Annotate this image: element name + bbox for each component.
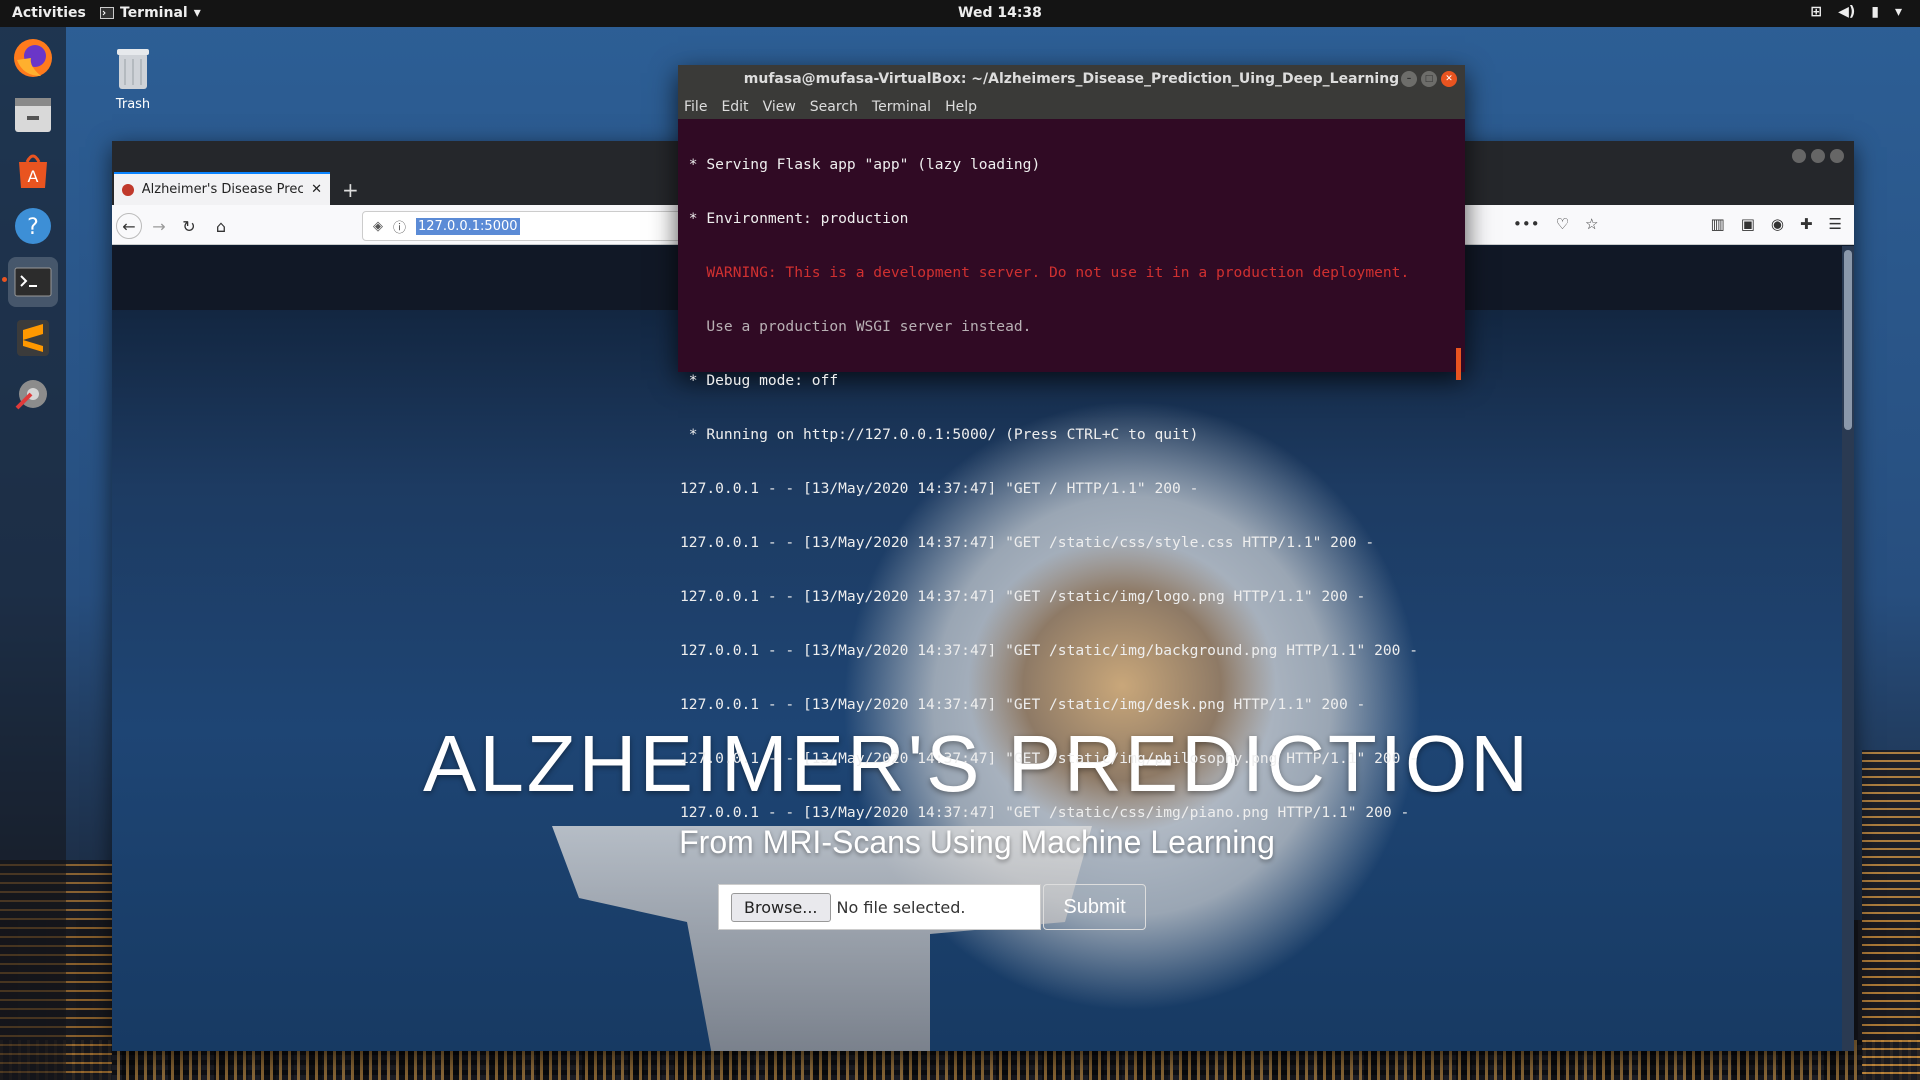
dock-terminal[interactable] <box>8 257 58 307</box>
gnome-top-bar: Activities Terminal ▾ Wed 14:38 ⊞ ◀) ▮ ▾ <box>0 0 1920 27</box>
extensions-icon[interactable]: ✚ <box>1800 215 1813 233</box>
terminal-line: 127.0.0.1 - - [13/May/2020 14:37:47] "GE… <box>680 750 1419 767</box>
app-menu-label: Terminal <box>120 5 188 21</box>
terminal-app-icon <box>100 7 114 19</box>
trash-label: Trash <box>115 97 151 112</box>
app-menu[interactable]: Terminal ▾ <box>100 5 201 21</box>
menu-view[interactable]: View <box>763 99 796 115</box>
menu-terminal[interactable]: Terminal <box>872 99 931 115</box>
menu-help[interactable]: Help <box>945 99 977 115</box>
terminal-line: 127.0.0.1 - - [13/May/2020 14:37:47] "GE… <box>680 642 1419 659</box>
chevron-down-icon: ▾ <box>1894 4 1902 20</box>
terminal-line: * Running on http://127.0.0.1:5000/ (Pre… <box>680 426 1199 443</box>
terminal-line: * Environment: production <box>680 210 909 227</box>
sidebar-icon[interactable]: ▣ <box>1741 215 1755 233</box>
page-actions-icon[interactable]: ••• <box>1513 215 1540 233</box>
menu-search[interactable]: Search <box>810 99 858 115</box>
reload-icon[interactable]: ↻ <box>176 213 202 239</box>
shield-icon[interactable]: ◈ <box>373 219 383 234</box>
terminal-line: * Serving Flask app "app" (lazy loading) <box>680 156 1041 173</box>
sublime-text-icon <box>17 320 49 356</box>
dock-help[interactable]: ? <box>8 201 58 251</box>
forward-icon[interactable]: → <box>146 213 172 239</box>
tab-alzheimers[interactable]: Alzheimer's Disease Prec ✕ <box>114 172 330 205</box>
page-scrollbar[interactable] <box>1842 246 1854 1051</box>
library-icon[interactable]: ▥ <box>1711 215 1725 233</box>
terminal-line: Use a production WSGI server instead. <box>680 318 1032 335</box>
close-tab-icon[interactable]: ✕ <box>311 182 322 197</box>
dock-running-indicator <box>2 277 7 282</box>
terminal-menubar: File Edit View Search Terminal Help <box>678 94 1465 119</box>
terminal-line: 127.0.0.1 - - [13/May/2020 14:37:47] "GE… <box>680 480 1199 497</box>
close-icon[interactable]: ✕ <box>1441 71 1457 87</box>
submit-button[interactable]: Submit <box>1043 884 1146 930</box>
menu-icon[interactable]: ☰ <box>1829 215 1842 233</box>
toolbar-right: ••• ♡ ☆ ▥ ▣ ◉ ✚ ☰ <box>1513 215 1842 233</box>
terminal-line: 127.0.0.1 - - [13/May/2020 14:37:47] "GE… <box>680 534 1375 551</box>
dock-sublime-text[interactable] <box>8 313 58 363</box>
dock-settings[interactable] <box>8 369 58 419</box>
home-icon[interactable]: ⌂ <box>208 213 234 239</box>
menu-file[interactable]: File <box>684 99 707 115</box>
terminal-output[interactable]: * Serving Flask app "app" (lazy loading)… <box>678 119 1465 858</box>
brain-favicon-icon <box>122 183 134 196</box>
account-icon[interactable]: ◉ <box>1771 215 1784 233</box>
firefox-icon <box>14 39 52 77</box>
new-tab-button[interactable]: + <box>342 178 359 202</box>
terminal-titlebar[interactable]: mufasa@mufasa-VirtualBox: ~/Alzheimers_D… <box>678 65 1465 94</box>
dock-software[interactable]: A <box>8 145 58 195</box>
dock-files[interactable] <box>8 89 58 139</box>
file-manager-icon <box>15 98 51 132</box>
dock-firefox[interactable] <box>8 33 58 83</box>
trash-icon <box>117 49 149 89</box>
terminal-line: 127.0.0.1 - - [13/May/2020 14:37:47] "GE… <box>680 588 1366 605</box>
file-input[interactable]: Browse... No file selected. <box>718 884 1041 930</box>
help-icon: ? <box>15 208 51 244</box>
pocket-icon[interactable]: ♡ <box>1556 215 1569 233</box>
terminal-line: 127.0.0.1 - - [13/May/2020 14:37:47] "GE… <box>680 804 1410 821</box>
scrollbar-thumb[interactable] <box>1844 250 1852 430</box>
battery-icon: ▮ <box>1871 4 1879 20</box>
bookmark-star-icon[interactable]: ☆ <box>1585 215 1598 233</box>
software-center-icon: A <box>19 154 47 188</box>
svg-text:A: A <box>28 167 39 186</box>
clock[interactable]: Wed 14:38 <box>958 5 1042 21</box>
maximize-icon[interactable] <box>1811 149 1825 163</box>
desktop-trash[interactable]: Trash <box>108 45 158 112</box>
terminal-title: mufasa@mufasa-VirtualBox: ~/Alzheimers_D… <box>743 71 1400 87</box>
url-text[interactable]: 127.0.0.1:5000 <box>416 217 520 235</box>
minimize-icon[interactable]: – <box>1401 71 1417 87</box>
browse-button[interactable]: Browse... <box>731 892 831 922</box>
terminal-window: mufasa@mufasa-VirtualBox: ~/Alzheimers_D… <box>678 65 1465 821</box>
back-icon[interactable]: ← <box>116 213 142 239</box>
close-icon[interactable] <box>1830 149 1844 163</box>
dock: A ? <box>0 27 66 1080</box>
volume-icon: ◀) <box>1838 4 1856 20</box>
terminal-line: 127.0.0.1 - - [13/May/2020 14:37:47] "GE… <box>680 696 1366 713</box>
minimize-icon[interactable] <box>1792 149 1806 163</box>
terminal-icon <box>14 267 52 297</box>
maximize-icon[interactable]: □ <box>1421 71 1437 87</box>
chevron-down-icon: ▾ <box>193 5 201 21</box>
tab-title: Alzheimer's Disease Prec <box>141 182 304 197</box>
menu-edit[interactable]: Edit <box>721 99 748 115</box>
terminal-line: * Debug mode: off <box>680 372 839 389</box>
network-icon: ⊞ <box>1810 4 1823 20</box>
activities-button[interactable]: Activities <box>12 5 86 21</box>
info-icon[interactable]: ⓘ <box>393 217 406 236</box>
file-status-text: No file selected. <box>836 897 966 917</box>
svg-text:?: ? <box>27 215 39 240</box>
wallpaper-building-right <box>1862 750 1920 1080</box>
system-tray[interactable]: ⊞ ◀) ▮ ▾ <box>1810 4 1902 20</box>
settings-icon <box>15 380 47 410</box>
terminal-scroll-indicator <box>1456 348 1461 380</box>
terminal-warning-line: WARNING: This is a development server. D… <box>680 264 1410 281</box>
